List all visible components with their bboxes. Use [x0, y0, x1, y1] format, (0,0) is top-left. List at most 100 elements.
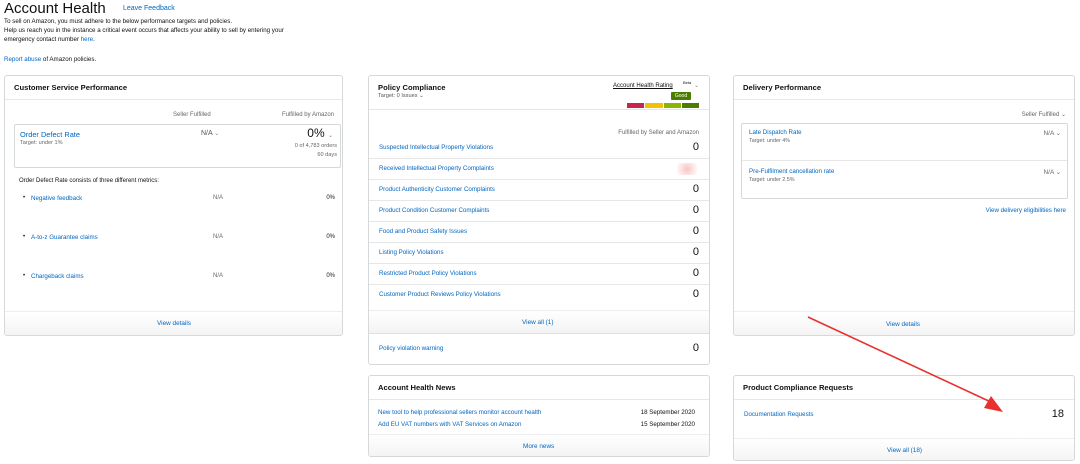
intro-text: To sell on Amazon, you must adhere to th… [4, 17, 334, 44]
policy-row-link[interactable]: Customer Product Reviews Policy Violatio… [379, 291, 501, 298]
delivery-metric-row[interactable]: Late Dispatch Rate Target: under 4% N/A … [742, 124, 1067, 161]
policy-row-link[interactable]: Listing Policy Violations [379, 249, 444, 256]
odr-seller-value-text: N/A [201, 130, 213, 137]
policy-violation-warning-link[interactable]: Policy violation warning [379, 345, 443, 352]
pcr-footer: View all (18) [734, 438, 1074, 460]
report-abuse-line: Report abuse of Amazon policies. [4, 56, 96, 63]
pcr-view-all-link[interactable]: View all (18) [887, 447, 922, 454]
blurred-value [677, 163, 697, 175]
policy-row: Restricted Product Policy Violations 0 [369, 264, 709, 285]
policy-row: Received Intellectual Property Complaint… [369, 159, 709, 180]
news-item-link[interactable]: Add EU VAT numbers with VAT Services on … [378, 421, 521, 428]
pcr-header: Product Compliance Requests [734, 376, 1074, 400]
leave-feedback-link[interactable]: Leave Feedback [123, 5, 175, 12]
chevron-down-icon[interactable]: ⌄ [328, 133, 333, 139]
metric-row: • Negative feedback N/A 0% [23, 195, 335, 202]
policy-row-value: 0 [692, 225, 699, 237]
intro-line-3: emergency contact number here. [4, 35, 334, 44]
odr-link[interactable]: Order Defect Rate [20, 130, 80, 139]
csp-footer: View details [5, 311, 342, 335]
policy-row-link[interactable]: Suspected Intellectual Property Violatio… [379, 144, 493, 151]
policy-row-link[interactable]: Restricted Product Policy Violations [379, 270, 477, 277]
odr-seller-value: N/A ⌄ [201, 130, 219, 137]
intro-line-3-text: emergency contact number [4, 36, 81, 43]
pc-target[interactable]: Target: 0 Issues ⌄ [378, 93, 700, 99]
delivery-metrics-card: Late Dispatch Rate Target: under 4% N/A … [741, 123, 1068, 199]
late-dispatch-rate-link[interactable]: Late Dispatch Rate [749, 129, 802, 136]
documentation-requests-value: 18 [1051, 408, 1064, 420]
pc-view-all-link[interactable]: View all (1) [522, 319, 554, 326]
rating-bar [627, 103, 699, 108]
policy-row: Product Condition Customer Complaints 0 [369, 201, 709, 222]
emergency-contact-link[interactable]: here [81, 36, 93, 43]
pre-fulfilment-target: Target: under 2.5% [749, 177, 795, 183]
news-item-link[interactable]: New tool to help professional sellers mo… [378, 409, 541, 416]
policy-row: Customer Product Reviews Policy Violatio… [369, 285, 709, 306]
policy-row-link[interactable]: Product Authenticity Customer Complaints [379, 186, 495, 193]
rating-status-badge: Good [671, 92, 691, 100]
chevron-down-icon[interactable]: ⌄ [1056, 130, 1061, 137]
pc-header: Policy Compliance Target: 0 Issues ⌄ Acc… [369, 76, 709, 110]
policy-row-link[interactable]: Product Condition Customer Complaints [379, 207, 489, 214]
a-to-z-claims-link[interactable]: A-to-z Guarantee claims [31, 234, 98, 241]
delivery-performance-panel: Delivery Performance Seller Fulfilled ⌄ … [733, 75, 1075, 336]
pre-fulfilment-value-text: N/A [1043, 169, 1054, 176]
rating-bar-segment [663, 103, 681, 108]
product-compliance-requests-panel: Product Compliance Requests Documentatio… [733, 375, 1075, 461]
policy-row-link[interactable]: Received Intellectual Property Complaint… [379, 165, 494, 172]
intro-line-1: To sell on Amazon, you must adhere to th… [4, 18, 233, 25]
policy-row-value: 0 [692, 267, 699, 279]
late-dispatch-value-text: N/A [1043, 130, 1054, 137]
dp-view-details-link[interactable]: View details [886, 321, 920, 328]
delivery-filter[interactable]: Seller Fulfilled ⌄ [1022, 111, 1066, 118]
delivery-eligibilities-link[interactable]: View delivery eligibilities here [986, 207, 1066, 214]
csp-header: Customer Service Performance [5, 76, 342, 100]
policy-row-value: 0 [692, 183, 699, 195]
policy-violation-warning-value: 0 [692, 342, 699, 354]
metric-seller-value: N/A [213, 234, 224, 240]
policy-row-value: 0 [692, 141, 699, 153]
metric-amazon-value: 0% [326, 273, 335, 279]
metric-amazon-value: 0% [326, 195, 335, 201]
odr-amazon-days: 60 days [317, 152, 337, 158]
csp-view-details-link[interactable]: View details [157, 320, 191, 327]
rating-label[interactable]: Account Health Rating [613, 83, 673, 89]
odr-card[interactable]: Order Defect Rate Target: under 1% N/A ⌄… [14, 124, 341, 168]
news-header: Account Health News [369, 376, 709, 400]
metric-row: • Chargeback claims N/A 0% [23, 273, 335, 280]
chevron-down-icon[interactable]: ⌄ [419, 93, 424, 99]
chargeback-claims-link[interactable]: Chargeback claims [31, 273, 84, 280]
col-fulfilled-by-amazon: Fulfilled by Amazon [281, 112, 334, 118]
delivery-metric-row[interactable]: Pre-Fulfilment cancellation rate Target:… [742, 162, 1067, 199]
policy-row-value: 0 [692, 288, 699, 300]
more-news-link[interactable]: More news [523, 443, 554, 450]
metric-seller-value: N/A [213, 273, 224, 279]
odr-target: Target: under 1% [20, 140, 63, 146]
rating-beta: Beta [683, 80, 692, 85]
chevron-down-icon[interactable]: ⌄ [1061, 112, 1066, 118]
dp-header: Delivery Performance [734, 76, 1074, 100]
late-dispatch-target: Target: under 4% [749, 138, 791, 144]
pre-fulfilment-cancellation-link[interactable]: Pre-Fulfilment cancellation rate [749, 168, 834, 175]
chevron-down-icon[interactable]: ⌄ [214, 131, 219, 137]
negative-feedback-link[interactable]: Negative feedback [31, 195, 82, 202]
rating-bar-segment [645, 103, 663, 108]
metric-seller-value: N/A [213, 195, 224, 201]
pc-footer: View all (1) [369, 310, 709, 334]
intro-line-2: Help us reach you in the instance a crit… [4, 27, 284, 34]
documentation-requests-link[interactable]: Documentation Requests [744, 411, 813, 418]
metric-row: • A-to-z Guarantee claims N/A 0% [23, 234, 335, 241]
metric-amazon-value: 0% [326, 234, 335, 240]
rating-bar-segment [627, 103, 645, 108]
report-abuse-suffix: of Amazon policies. [41, 56, 97, 63]
odr-amazon-value-text: 0% [307, 126, 325, 140]
report-abuse-link[interactable]: Report abuse [4, 56, 41, 63]
customer-service-performance-panel: Customer Service Performance Seller Fulf… [4, 75, 343, 336]
odr-amazon-value: 0% ⌄ [307, 126, 333, 140]
chevron-down-icon[interactable]: ⌄ [1056, 169, 1061, 176]
policy-row-link[interactable]: Food and Product Safety Issues [379, 228, 467, 235]
policy-row-value: 0 [692, 246, 699, 258]
policy-row: Product Authenticity Customer Complaints… [369, 180, 709, 201]
policy-row: Suspected Intellectual Property Violatio… [369, 138, 709, 159]
chevron-down-icon[interactable]: ⌄ [694, 82, 699, 89]
